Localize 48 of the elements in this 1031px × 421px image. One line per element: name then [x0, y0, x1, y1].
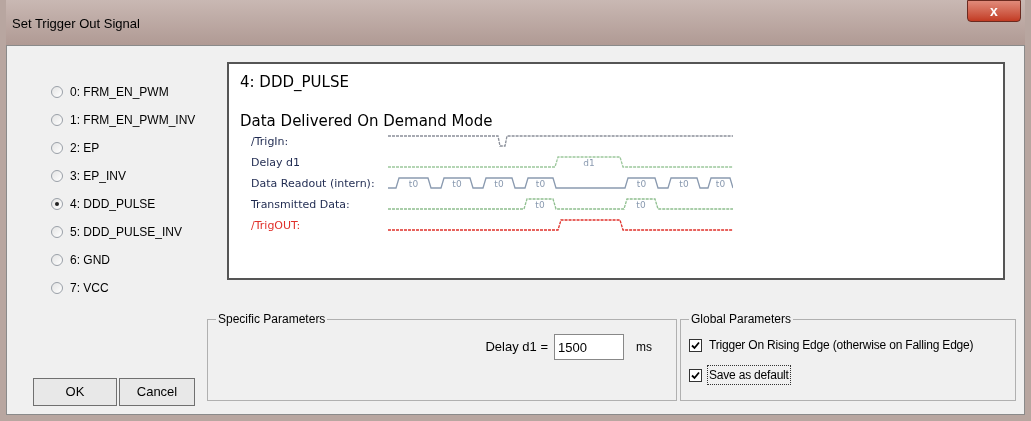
- diagram-heading: 4: DDD_PULSE: [240, 72, 350, 92]
- radio-label[interactable]: 6: GND: [70, 251, 110, 269]
- unit-label: ms: [636, 339, 652, 356]
- pulse-label: t0: [535, 179, 546, 189]
- pulse-label: t0: [715, 179, 726, 189]
- checkbox[interactable]: [689, 368, 702, 382]
- signal-label: /TrigIn:: [250, 133, 290, 150]
- signal-label: /TrigOUT:: [250, 217, 302, 234]
- delay-input-field[interactable]: 1500: [554, 334, 624, 360]
- delay-label: Delay d1 =: [485, 338, 548, 357]
- checkbox[interactable]: [689, 338, 702, 352]
- pulse-label: t0: [636, 179, 647, 189]
- diagram-title: Data Delivered On Demand Mode: [240, 111, 494, 131]
- pulse-label: t0: [535, 200, 545, 210]
- pulse-label: t0: [636, 200, 646, 210]
- pulse-label: d1: [583, 158, 595, 168]
- check-icon: [691, 370, 700, 380]
- radio-label[interactable]: 1: FRM_EN_PWM_INV: [70, 111, 196, 129]
- pulse-label: t0: [408, 179, 419, 189]
- radio-label[interactable]: 5: DDD_PULSE_INV: [70, 223, 183, 241]
- check-icon: [691, 340, 700, 350]
- signal-label: Transmitted Data:: [250, 196, 351, 213]
- group-title: Global Parameters: [690, 311, 793, 328]
- radio-label[interactable]: 4: DDD_PULSE: [70, 195, 156, 213]
- radio-label[interactable]: 7: VCC: [70, 279, 109, 297]
- radio-button[interactable]: [51, 198, 63, 210]
- radio-label[interactable]: 2: EP: [70, 139, 100, 157]
- radio-button[interactable]: [51, 282, 63, 294]
- pulse-label: t0: [494, 179, 504, 189]
- checkbox-label[interactable]: Trigger On Rising Edge (otherwise on Falling Edge): [708, 336, 975, 354]
- close-button[interactable]: x: [967, 0, 1021, 22]
- window-title: Set Trigger Out Signal: [11, 15, 140, 33]
- radio-button[interactable]: [51, 254, 63, 266]
- radio-label[interactable]: 3: EP_INV: [70, 167, 127, 185]
- cancel-button[interactable]: Cancel: [119, 378, 195, 406]
- ok-button[interactable]: OK: [33, 378, 117, 406]
- radio-button[interactable]: [51, 226, 63, 238]
- pulse-label: t0: [452, 179, 462, 189]
- radio-label[interactable]: 0: FRM_EN_PWM: [70, 83, 169, 101]
- signal-label: Data Readout (intern):: [250, 175, 376, 192]
- radio-button[interactable]: [51, 170, 63, 182]
- checkbox-label[interactable]: Save as default: [708, 366, 790, 384]
- signal-label: Delay d1: [250, 154, 302, 171]
- radio-button[interactable]: [51, 142, 63, 154]
- radio-button[interactable]: [51, 114, 63, 126]
- group-title: Specific Parameters: [217, 311, 327, 328]
- radio-button[interactable]: [51, 86, 63, 98]
- pulse-label: t0: [679, 179, 689, 189]
